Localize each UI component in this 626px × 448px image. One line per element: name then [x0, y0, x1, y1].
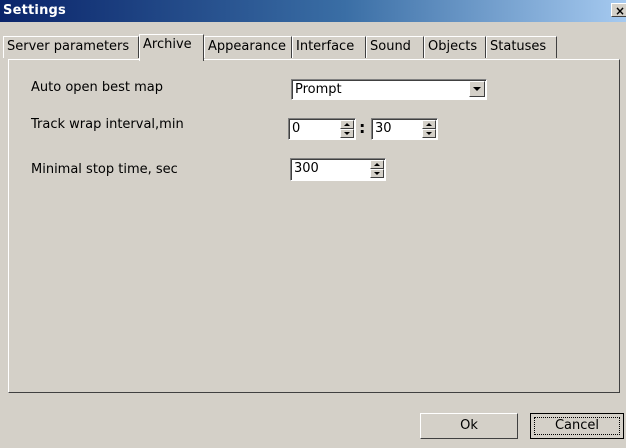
tab-interface[interactable]: Interface — [292, 36, 366, 58]
auto-open-label: Auto open best map — [31, 80, 164, 95]
ok-button[interactable]: Ok — [420, 413, 518, 439]
title-bar[interactable]: Settings × — [0, 0, 626, 22]
track-wrap-hours-spinner[interactable]: 0 — [288, 118, 356, 140]
auto-open-value: Prompt — [295, 82, 342, 97]
spin-down-icon[interactable] — [340, 129, 354, 138]
window-title: Settings — [3, 3, 66, 18]
spin-up-icon[interactable] — [422, 120, 436, 129]
auto-open-select[interactable]: Prompt — [291, 79, 487, 100]
archive-panel: Auto open best map Prompt Track wrap int… — [8, 59, 620, 393]
tab-objects[interactable]: Objects — [424, 36, 486, 58]
track-wrap-label: Track wrap interval,min — [31, 117, 184, 132]
cancel-button-label: Cancel — [554, 418, 600, 433]
close-icon[interactable]: × — [611, 3, 626, 17]
tab-sound[interactable]: Sound — [366, 36, 424, 58]
track-wrap-minutes-value: 30 — [375, 121, 392, 136]
min-stop-value: 300 — [294, 161, 319, 176]
spin-up-icon[interactable] — [370, 160, 384, 169]
minutes-spin-buttons[interactable] — [422, 120, 436, 138]
track-wrap-minutes-spinner[interactable]: 30 — [371, 118, 438, 140]
track-wrap-hours-value: 0 — [292, 121, 301, 136]
spin-down-icon[interactable] — [422, 129, 436, 138]
time-separator: : — [359, 118, 366, 137]
tab-archive[interactable]: Archive — [139, 34, 204, 61]
tab-server-parameters[interactable]: Server parameters — [3, 36, 139, 58]
min-stop-spinner[interactable]: 300 — [290, 158, 386, 181]
min-stop-label: Minimal stop time, sec — [31, 162, 178, 177]
hours-spin-buttons[interactable] — [340, 120, 354, 138]
chevron-down-icon[interactable] — [469, 81, 485, 97]
tab-statuses[interactable]: Statuses — [486, 36, 557, 58]
tab-appearance[interactable]: Appearance — [204, 36, 292, 58]
spin-up-icon[interactable] — [340, 120, 354, 129]
settings-dialog: Settings × Server parameters Archive App… — [0, 0, 626, 448]
spin-down-icon[interactable] — [370, 169, 384, 178]
cancel-button[interactable]: Cancel — [530, 413, 624, 439]
min-stop-spin-buttons[interactable] — [370, 160, 384, 178]
ok-button-label: Ok — [460, 418, 478, 433]
